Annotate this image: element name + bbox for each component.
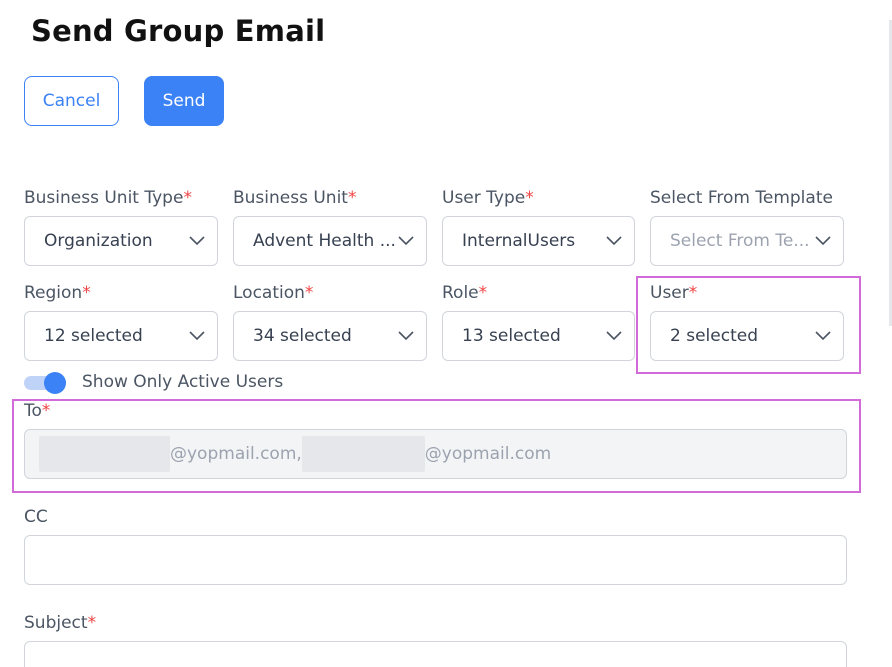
page-title: Send Group Email <box>31 14 326 48</box>
subject-field[interactable] <box>24 641 847 667</box>
chevron-down-icon <box>815 331 831 341</box>
user-label: User* <box>650 283 698 303</box>
redacted-recipient-1 <box>39 436 170 472</box>
chevron-down-icon <box>189 331 205 341</box>
role-label: Role* <box>442 283 488 303</box>
send-button[interactable]: Send <box>144 76 224 126</box>
to-label: To* <box>24 401 51 421</box>
active-users-toggle-label: Show Only Active Users <box>82 372 284 392</box>
template-select[interactable]: Select From Te... <box>650 216 844 266</box>
user-select[interactable]: 2 selected <box>650 311 844 361</box>
user-type-select[interactable]: InternalUsers <box>442 216 635 266</box>
business-unit-label: Business Unit* <box>233 188 357 208</box>
subject-label: Subject* <box>24 613 97 633</box>
toggle-knob <box>44 372 66 394</box>
chevron-down-icon <box>606 331 622 341</box>
recipient-1-domain: @yopmail.com, <box>170 444 302 464</box>
redacted-recipient-2 <box>301 436 425 472</box>
business-unit-type-label: Business Unit Type* <box>24 188 192 208</box>
cc-field[interactable] <box>24 535 847 585</box>
location-label: Location* <box>233 283 314 303</box>
cancel-button[interactable]: Cancel <box>24 76 119 126</box>
region-label: Region* <box>24 283 91 303</box>
location-select[interactable]: 34 selected <box>233 311 427 361</box>
chevron-down-icon <box>606 236 622 246</box>
business-unit-select[interactable]: Advent Health ... <box>233 216 427 266</box>
template-label: Select From Template <box>650 188 833 208</box>
recipient-2-domain: @yopmail.com <box>424 444 552 464</box>
chevron-down-icon <box>398 236 414 246</box>
cc-label: CC <box>24 507 48 527</box>
active-users-toggle[interactable] <box>24 372 66 394</box>
business-unit-type-select[interactable]: Organization <box>24 216 218 266</box>
chevron-down-icon <box>189 236 205 246</box>
role-select[interactable]: 13 selected <box>442 311 635 361</box>
region-select[interactable]: 12 selected <box>24 311 218 361</box>
to-field[interactable]: @yopmail.com, @yopmail.com <box>24 429 847 479</box>
chevron-down-icon <box>398 331 414 341</box>
chevron-down-icon <box>815 236 831 246</box>
user-type-label: User Type* <box>442 188 534 208</box>
